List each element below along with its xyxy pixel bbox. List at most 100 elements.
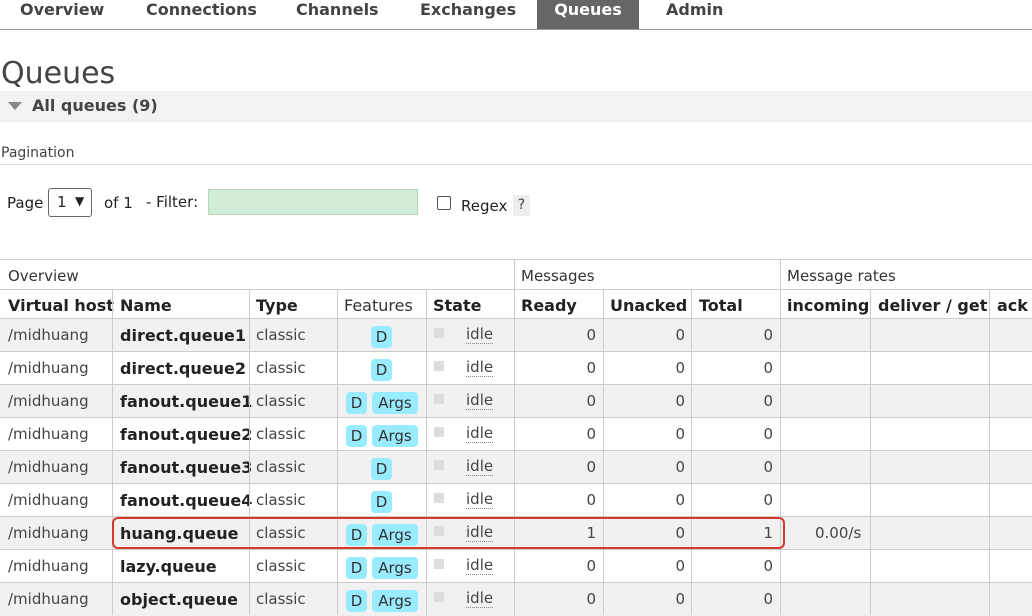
state-indicator-icon <box>434 526 444 536</box>
cell-state: idle <box>466 358 494 377</box>
args-badge[interactable]: Args <box>372 524 418 546</box>
cell-type: classic <box>256 359 306 377</box>
col-features: Features <box>344 296 413 315</box>
cell-incoming: 0.00/s <box>815 524 862 542</box>
section-title: All queues (9) <box>32 96 158 115</box>
state-indicator-icon <box>434 328 444 338</box>
durable-badge[interactable]: D <box>346 392 367 414</box>
group-overview: Overview <box>8 267 79 285</box>
cell-vhost: /midhuang <box>8 359 89 377</box>
tab-admin[interactable]: Admin <box>666 0 746 29</box>
cell-state: idle <box>466 391 494 410</box>
tab-overview[interactable]: Overview <box>0 0 120 29</box>
col-incoming[interactable]: incoming <box>787 296 869 315</box>
cell-total: 0 <box>763 557 773 575</box>
durable-badge[interactable]: D <box>346 557 367 579</box>
cell-state: idle <box>466 556 494 575</box>
column-divider <box>337 289 338 615</box>
state-indicator-icon <box>434 592 444 602</box>
cell-vhost: /midhuang <box>8 524 89 542</box>
regex-checkbox[interactable] <box>437 196 451 210</box>
cell-vhost: /midhuang <box>8 557 89 575</box>
divider <box>0 164 1032 165</box>
queue-name-link[interactable]: fanout.queue3 <box>120 458 252 477</box>
queue-name-link[interactable]: huang.queue <box>120 524 238 543</box>
durable-badge[interactable]: D <box>371 491 392 513</box>
cell-ready: 0 <box>586 392 596 410</box>
tab-connections[interactable]: Connections <box>146 0 266 29</box>
cell-unacked: 0 <box>675 359 685 377</box>
chevron-down-icon: ▼ <box>75 194 85 208</box>
cell-ready: 0 <box>586 425 596 443</box>
durable-badge[interactable]: D <box>346 524 367 546</box>
table-row: /midhuang fanout.queue2 classic D Args idle 0 0… <box>0 417 1032 451</box>
page-label: Page <box>7 194 44 212</box>
queue-name-link[interactable]: fanout.queue1 <box>120 392 252 411</box>
table-row: /midhuang direct.queue1 classic Didle 0 0 0 <box>0 318 1032 352</box>
cell-ready: 0 <box>586 359 596 377</box>
table-row: /midhuang fanout.queue1 classic D Args idle 0 0… <box>0 384 1032 418</box>
help-button[interactable]: ? <box>513 195 530 216</box>
queue-name-link[interactable]: direct.queue1 <box>120 326 246 345</box>
col-state[interactable]: State <box>433 296 481 315</box>
col-total[interactable]: Total <box>699 296 743 315</box>
state-indicator-icon <box>434 493 444 503</box>
table-row: /midhuang fanout.queue4 classic Didle 0 0 0 <box>0 483 1032 517</box>
table-row: /midhuang lazy.queue classic D Args idle 0 0 0 <box>0 549 1032 583</box>
durable-badge[interactable]: D <box>371 458 392 480</box>
cell-total: 0 <box>763 392 773 410</box>
queue-name-link[interactable]: lazy.queue <box>120 557 217 576</box>
collapse-triangle-icon <box>8 102 22 110</box>
cell-total: 0 <box>763 590 773 608</box>
cell-total: 0 <box>763 425 773 443</box>
column-divider <box>514 259 515 615</box>
cell-type: classic <box>256 557 306 575</box>
cell-state: idle <box>466 523 494 542</box>
pagination-heading: Pagination <box>1 145 75 161</box>
top-nav: Overview Connections Channels Exchanges … <box>0 0 1032 30</box>
col-unacked[interactable]: Unacked <box>610 296 687 315</box>
args-badge[interactable]: Args <box>372 590 418 612</box>
col-type[interactable]: Type <box>256 296 298 315</box>
tab-channels[interactable]: Channels <box>296 0 396 29</box>
col-name[interactable]: Name <box>120 296 172 315</box>
column-divider <box>603 289 604 615</box>
tab-queues[interactable]: Queues <box>537 0 639 29</box>
cell-vhost: /midhuang <box>8 326 89 344</box>
state-indicator-icon <box>434 427 444 437</box>
page-select[interactable]: 1 ▼ <box>48 188 92 217</box>
args-badge[interactable]: Args <box>372 425 418 447</box>
queue-name-link[interactable]: direct.queue2 <box>120 359 246 378</box>
cell-unacked: 0 <box>675 458 685 476</box>
durable-badge[interactable]: D <box>346 590 367 612</box>
cell-vhost: /midhuang <box>8 425 89 443</box>
cell-vhost: /midhuang <box>8 491 89 509</box>
durable-badge[interactable]: D <box>346 425 367 447</box>
col-deliver-get[interactable]: deliver / get <box>878 296 987 315</box>
cell-ready: 1 <box>586 524 596 542</box>
args-badge[interactable]: Args <box>372 392 418 414</box>
state-indicator-icon <box>434 361 444 371</box>
table-row: /midhuang direct.queue2 classic Didle 0 0 0 <box>0 351 1032 385</box>
all-queues-toggle[interactable]: All queues (9) <box>0 91 1032 122</box>
tab-exchanges[interactable]: Exchanges <box>420 0 530 29</box>
col-ack[interactable]: ack <box>997 296 1028 315</box>
cell-type: classic <box>256 491 306 509</box>
col-ready[interactable]: Ready <box>521 296 577 315</box>
column-divider <box>112 289 113 615</box>
cell-unacked: 0 <box>675 491 685 509</box>
queue-name-link[interactable]: fanout.queue4 <box>120 491 252 510</box>
filter-input[interactable] <box>208 189 418 215</box>
state-indicator-icon <box>434 460 444 470</box>
group-messages: Messages <box>521 267 595 285</box>
durable-badge[interactable]: D <box>371 359 392 381</box>
args-badge[interactable]: Args <box>372 557 418 579</box>
durable-badge[interactable]: D <box>371 326 392 348</box>
cell-vhost: /midhuang <box>8 392 89 410</box>
column-divider <box>691 289 692 615</box>
cell-unacked: 0 <box>675 392 685 410</box>
cell-total: 1 <box>763 524 773 542</box>
col-virtual-host[interactable]: Virtual host <box>8 296 114 315</box>
queue-name-link[interactable]: fanout.queue2 <box>120 425 252 444</box>
queue-name-link[interactable]: object.queue <box>120 590 238 609</box>
